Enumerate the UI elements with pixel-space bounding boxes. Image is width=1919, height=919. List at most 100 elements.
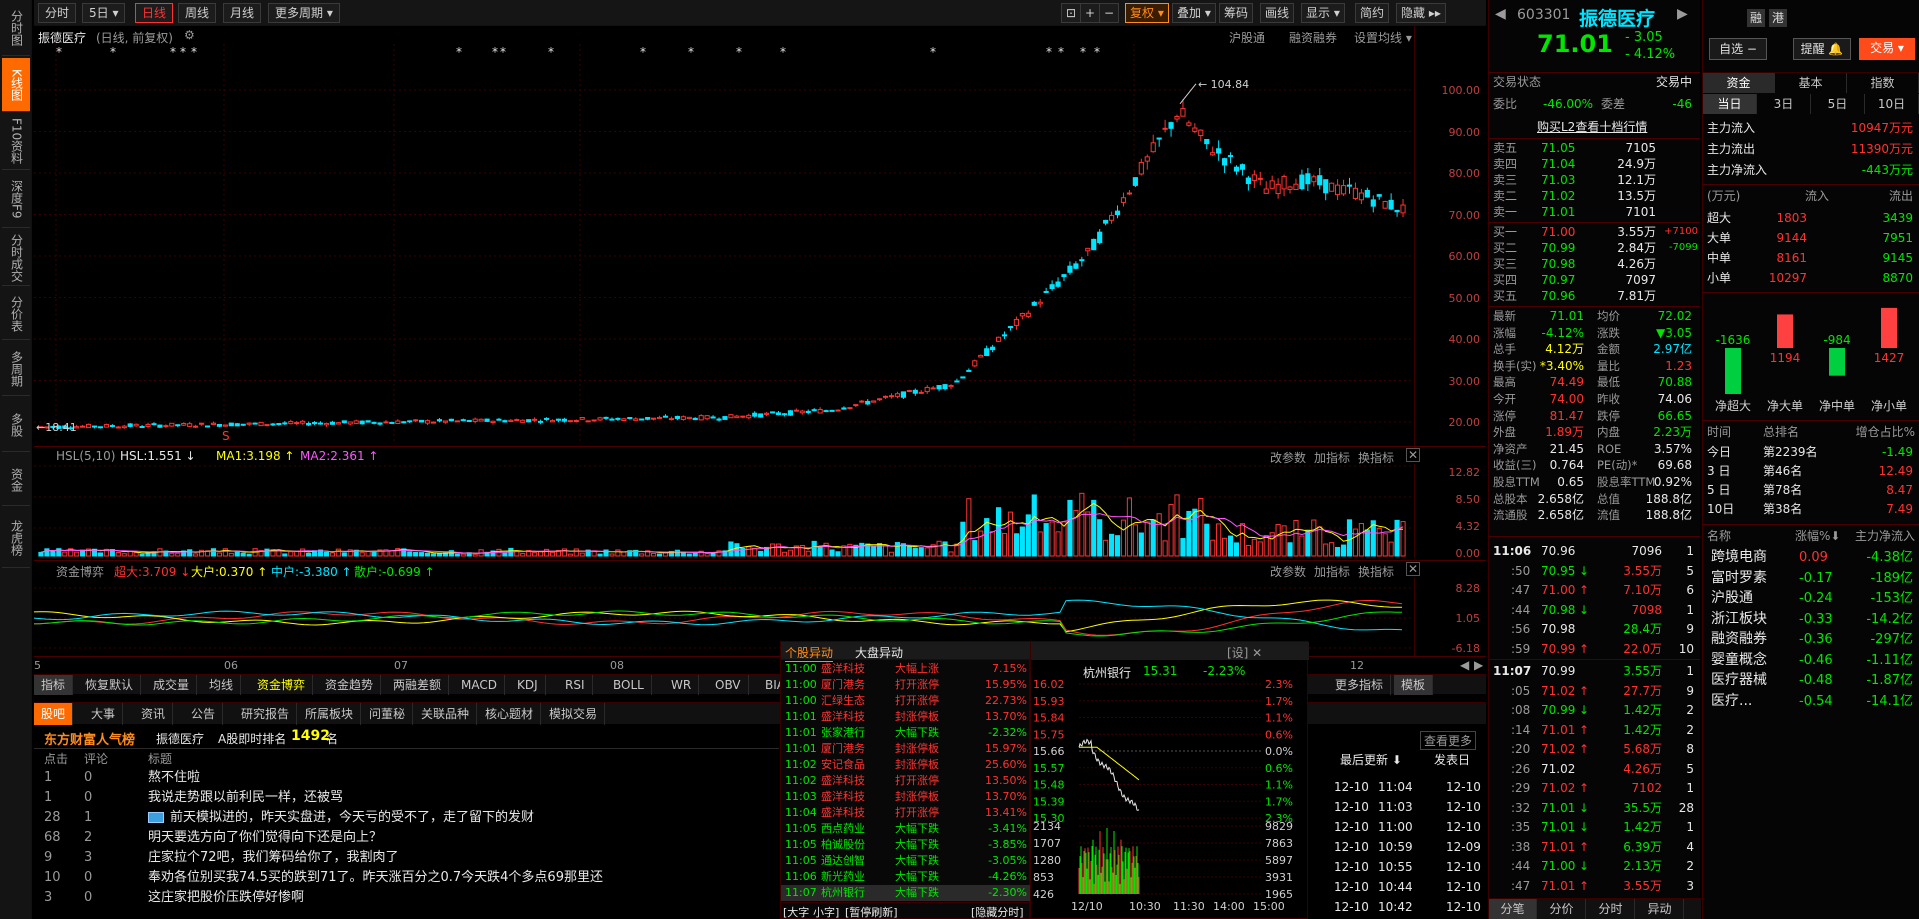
post-title[interactable]: 庄家拉个72吧，我们筹码给你了，我割肉了 bbox=[148, 848, 399, 867]
abnormal-row[interactable]: 11:02 盛洋科技 打开涨停 13.50% bbox=[781, 773, 1031, 789]
toolbar-btn-1[interactable]: + bbox=[1080, 3, 1101, 23]
font-large-button[interactable]: [大字 bbox=[783, 904, 809, 919]
post-title[interactable]: 熬不住啦 bbox=[148, 768, 200, 787]
toolbar-btn-7[interactable]: 显示 ▾ bbox=[1301, 3, 1345, 23]
period-3[interactable]: 周线 bbox=[178, 3, 217, 23]
dividend-marker[interactable]: S bbox=[222, 429, 230, 443]
event-marker[interactable]: * bbox=[780, 45, 786, 59]
flow-period-0[interactable]: 当日 bbox=[1703, 94, 1757, 114]
event-marker[interactable]: * bbox=[1058, 45, 1064, 59]
period-5[interactable]: 更多周期 ▾ bbox=[268, 3, 340, 23]
event-marker[interactable]: * bbox=[1046, 45, 1052, 59]
toolbar-btn-2[interactable]: − bbox=[1099, 3, 1120, 23]
toolbar-btn-8[interactable]: 简约 bbox=[1355, 3, 1390, 23]
ask-row[interactable]: 卖三 71.03 12.1万 bbox=[1489, 172, 1700, 188]
abnormal-row[interactable]: 11:04 盛洋科技 打开涨停 13.41% bbox=[781, 805, 1031, 821]
abnormal-row[interactable]: 11:00 汇绿生态 打开涨停 22.73% bbox=[781, 693, 1031, 709]
left-tab-9[interactable]: 资金 bbox=[2, 454, 30, 506]
indicator-tab-3[interactable]: 均线 bbox=[202, 675, 242, 695]
indicator-tab-6[interactable]: 两融差额 bbox=[386, 675, 450, 695]
left-tab-4[interactable]: 深度F9 bbox=[2, 172, 30, 228]
sector-col-pct[interactable]: 涨幅%⬇ bbox=[1795, 528, 1840, 544]
period-2[interactable]: 日线 bbox=[135, 3, 174, 23]
flow-tab-2[interactable]: 指数 bbox=[1847, 73, 1919, 93]
scroll-left-icon[interactable]: ◀ bbox=[1460, 658, 1469, 672]
hsl-chart[interactable] bbox=[34, 464, 1414, 558]
left-tab-1[interactable]: 分时图 bbox=[2, 0, 30, 56]
sector-row[interactable]: 婴童概念 -0.46 -1.11亿 bbox=[1703, 651, 1919, 670]
event-marker[interactable]: * bbox=[191, 45, 197, 59]
left-tab-8[interactable]: 多股 bbox=[2, 398, 30, 452]
forum-post-row[interactable]: 9 3 庄家拉个72吧，我们筹码给你了，我割肉了 bbox=[34, 848, 779, 867]
col-post-date[interactable]: 发表日 bbox=[1434, 751, 1470, 768]
toolbar-btn-4[interactable]: 叠加 ▾ bbox=[1172, 3, 1216, 23]
indicator-tab-4[interactable]: 资金博弈 bbox=[250, 675, 314, 695]
event-marker[interactable]: * bbox=[56, 45, 62, 59]
news-tab-5[interactable]: 所属板块 bbox=[298, 703, 362, 725]
post-title[interactable]: 我说走势跟以前利民一样，还被骂 bbox=[148, 788, 343, 807]
sector-row[interactable]: 沪股通 -0.24 -153亿 bbox=[1703, 589, 1919, 608]
indicator-tab-5[interactable]: 资金趋势 bbox=[318, 675, 382, 695]
prev-stock-icon[interactable]: ◀ bbox=[1495, 6, 1506, 22]
event-marker[interactable]: * bbox=[110, 45, 116, 59]
news-tab-7[interactable]: 关联品种 bbox=[414, 703, 478, 725]
sector-row[interactable]: 融资融券 -0.36 -297亿 bbox=[1703, 630, 1919, 649]
event-marker[interactable]: * bbox=[548, 45, 554, 59]
abnormal-row[interactable]: 11:01 盛洋科技 封涨停板 13.70% bbox=[781, 709, 1031, 725]
period-4[interactable]: 月线 bbox=[223, 3, 262, 23]
toolbar-btn-5[interactable]: 筹码 bbox=[1219, 3, 1254, 23]
left-tab-5[interactable]: 分时成交 bbox=[2, 230, 30, 286]
left-tab-3[interactable]: F10资料 bbox=[2, 114, 30, 170]
quote-tab-0[interactable]: 分笔 bbox=[1489, 899, 1537, 919]
indicator-tab-0[interactable]: 指标 bbox=[34, 675, 74, 695]
abnormal-row[interactable]: 11:05 柏诚股份 大幅下跌 -3.85% bbox=[781, 837, 1031, 853]
news-tab-1[interactable]: 大事 bbox=[84, 703, 124, 725]
forum-post-row[interactable]: 68 2 明天要选方向了你们觉得向下还是向上？ bbox=[34, 828, 779, 847]
forum-post-row[interactable]: 1 0 我说走势跟以前利民一样，还被骂 bbox=[34, 788, 779, 807]
indicator-tab-10[interactable]: BOLL bbox=[606, 675, 652, 695]
news-tab-3[interactable]: 公告 bbox=[184, 703, 224, 725]
post-title[interactable]: 这庄家把股价压跌停好惨啊 bbox=[148, 888, 304, 907]
sector-row[interactable]: 富时罗素 -0.17 -189亿 bbox=[1703, 569, 1919, 588]
trade-button[interactable]: 交易 ▾ bbox=[1859, 38, 1915, 60]
more-indicators-button[interactable]: 更多指标 bbox=[1328, 675, 1392, 695]
flow-period-2[interactable]: 5日 bbox=[1811, 94, 1865, 114]
abnormal-row[interactable]: 11:03 盛洋科技 封涨停板 13.70% bbox=[781, 789, 1031, 805]
mini-settings-button[interactable]: [设] ✕ bbox=[1227, 644, 1262, 661]
indicator-tab-2[interactable]: 成交量 bbox=[146, 675, 198, 695]
fund-close-icon[interactable]: ✕ bbox=[1406, 562, 1420, 576]
event-marker[interactable]: * bbox=[930, 45, 936, 59]
sector-row[interactable]: 医疗器械 -0.48 -1.87亿 bbox=[1703, 671, 1919, 690]
settings-gear-icon[interactable]: ⚙ bbox=[184, 28, 195, 42]
quote-tab-2[interactable]: 分时 bbox=[1587, 899, 1635, 919]
toolbar-btn-3[interactable]: 复权 ▾ bbox=[1125, 3, 1169, 23]
sector-row[interactable]: 跨境电商 0.09 -4.38亿 bbox=[1703, 548, 1919, 567]
abnormal-row[interactable]: 11:02 安记食品 封涨停板 25.60% bbox=[781, 757, 1031, 773]
news-tab-9[interactable]: 模拟交易 bbox=[542, 703, 606, 725]
event-marker[interactable]: * bbox=[1080, 45, 1086, 59]
period-0[interactable]: 分时 bbox=[38, 3, 77, 23]
sector-row[interactable]: 医疗... -0.54 -14.1亿 bbox=[1703, 692, 1919, 711]
watchlist-button[interactable]: 自选 − bbox=[1709, 38, 1767, 60]
quote-tab-1[interactable]: 分价 bbox=[1538, 899, 1586, 919]
flow-period-1[interactable]: 3日 bbox=[1757, 94, 1811, 114]
event-marker[interactable]: * bbox=[180, 45, 186, 59]
event-marker[interactable]: * bbox=[500, 45, 506, 59]
event-marker[interactable]: * bbox=[640, 45, 646, 59]
abnormal-row[interactable]: 11:00 厦门港务 打开涨停 15.95% bbox=[781, 677, 1031, 693]
tab-stock-abnormal[interactable]: 个股异动 bbox=[785, 644, 834, 662]
ask-row[interactable]: 卖五 71.05 7105 bbox=[1489, 140, 1700, 156]
left-tab-2[interactable]: K线图 bbox=[2, 58, 30, 112]
news-tab-0[interactable]: 股吧 bbox=[34, 703, 74, 725]
indicator-tab-1[interactable]: 恢复默认 bbox=[78, 675, 142, 695]
flow-tab-1[interactable]: 基本 bbox=[1775, 73, 1847, 93]
abnormal-row[interactable]: 11:05 通达创智 大幅下跌 -3.05% bbox=[781, 853, 1031, 869]
next-stock-icon[interactable]: ▶ bbox=[1677, 6, 1688, 22]
forum-post-row[interactable]: 3 0 这庄家把股价压跌停好惨啊 bbox=[34, 888, 779, 907]
event-marker[interactable]: * bbox=[736, 45, 742, 59]
quote-tab-3[interactable]: 异动 bbox=[1636, 899, 1684, 919]
font-small-button[interactable]: 小字] bbox=[813, 904, 839, 919]
bid-row[interactable]: 买三 70.98 4.26万 bbox=[1489, 256, 1700, 272]
ask-row[interactable]: 卖一 71.01 7101 bbox=[1489, 204, 1700, 220]
post-title[interactable]: 奉劝各位别买我74.5买的跌到71了。昨天涨百分之0.7今天跌4个多点69那里还 bbox=[148, 868, 603, 887]
